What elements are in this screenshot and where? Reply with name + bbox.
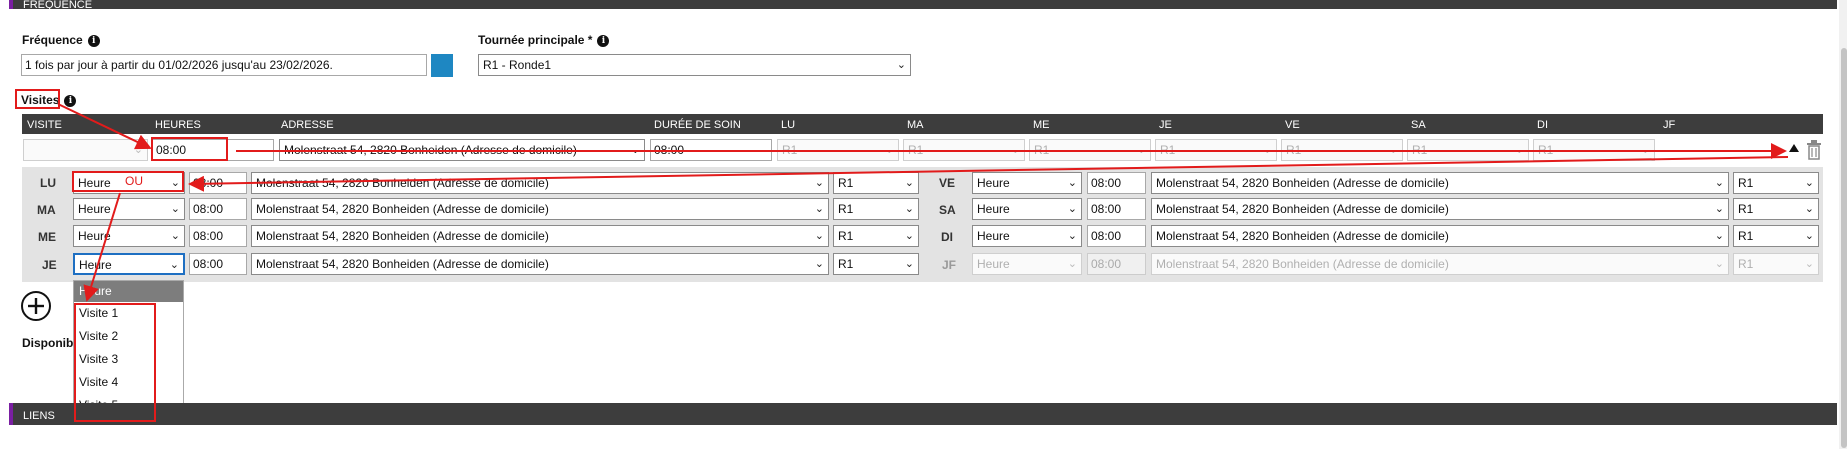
arrow-heure-to-options (83, 192, 121, 302)
arrow-sort-to-heure (188, 156, 1789, 192)
arrow-visites-to-time (57, 103, 152, 150)
annotation-arrows (57, 103, 1789, 302)
